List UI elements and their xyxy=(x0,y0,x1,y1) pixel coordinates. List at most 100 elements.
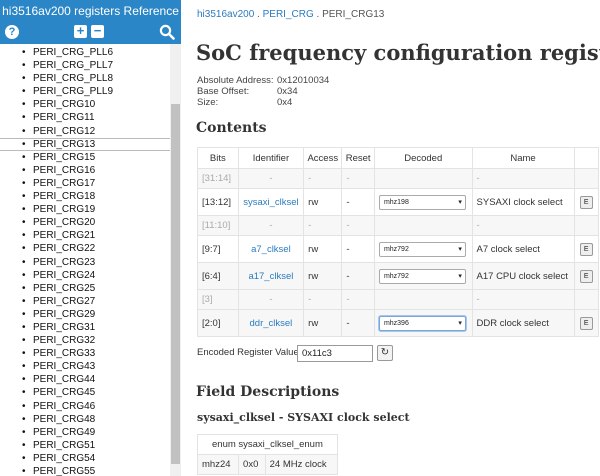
sidebar-item-label: PERI_CRG_PLL8 xyxy=(33,73,114,85)
sidebar-item[interactable]: PERI_CRG21 xyxy=(0,229,170,242)
sidebar-item[interactable]: PERI_CRG55 xyxy=(0,465,170,476)
decoded-header: Decoded xyxy=(373,147,473,169)
sidebar-item-label: PERI_CRG16 xyxy=(33,164,96,176)
encoded-value-input[interactable]: 0x11c3 xyxy=(297,345,373,362)
reset-cell: - xyxy=(341,289,375,310)
sidebar-item[interactable]: PERI_CRG29 xyxy=(0,308,170,321)
sidebar-item[interactable]: PERI_CRG44 xyxy=(0,373,170,386)
sidebar-item[interactable]: PERI_CRG15 xyxy=(0,151,170,164)
breadcrumb-current: PERI_CRG13 xyxy=(322,9,385,20)
edit-enum-button[interactable]: E xyxy=(579,316,593,330)
reset-cell: - xyxy=(341,309,375,337)
sidebar-scrollbar[interactable] xyxy=(170,44,181,476)
table-row: [6:4] a17_clksel rw - mhz792 ▾ A17 CPU clock s… xyxy=(197,262,600,290)
edit-enum-button[interactable]: E xyxy=(579,195,593,209)
reset-cell: - xyxy=(341,168,375,189)
search-icon[interactable] xyxy=(159,24,175,40)
sidebar-item[interactable]: PERI_CRG32 xyxy=(0,334,170,347)
sidebar-item-label: PERI_CRG48 xyxy=(33,413,96,425)
sidebar-item[interactable]: PERI_CRG11 xyxy=(0,111,170,124)
breadcrumb-chip-link[interactable]: hi3516av200 xyxy=(197,9,254,20)
sidebar-item[interactable]: PERI_CRG19 xyxy=(0,203,170,216)
field-identifier-link[interactable]: a7_clksel xyxy=(251,244,291,255)
access-cell: rw xyxy=(303,309,343,337)
sidebar-item[interactable]: PERI_CRG51 xyxy=(0,439,170,452)
sidebar-item[interactable]: PERI_CRG10 xyxy=(0,98,170,111)
sidebar-scrollbar-thumb[interactable] xyxy=(171,104,180,464)
sidebar-item[interactable]: PERI_CRG45 xyxy=(0,386,170,399)
reset-header: Reset xyxy=(341,147,375,169)
sidebar-item[interactable]: PERI_CRG18 xyxy=(0,190,170,203)
sidebar-item[interactable]: PERI_CRG23 xyxy=(0,256,170,269)
bits-cell: [13:12] xyxy=(197,188,239,216)
identifier-cell: - xyxy=(237,289,305,310)
sidebar-item[interactable]: PERI_CRG16 xyxy=(0,164,170,177)
bits-cell: [11:10] xyxy=(197,215,239,236)
edit-cell xyxy=(573,289,600,310)
access-cell: - xyxy=(303,289,343,310)
sidebar-item[interactable]: PERI_CRG43 xyxy=(0,360,170,373)
sidebar-item[interactable]: PERI_CRG_PLL9 xyxy=(0,85,170,98)
decoded-select[interactable]: mhz198 ▾ xyxy=(378,194,466,210)
sidebar-item[interactable]: PERI_CRG22 xyxy=(0,242,170,255)
help-icon[interactable]: ? xyxy=(5,25,19,39)
expand-all-icon[interactable]: + xyxy=(74,24,87,38)
sidebar-item[interactable]: PERI_CRG13 xyxy=(0,137,170,151)
table-row: [31:14] - - - - xyxy=(197,168,600,189)
sidebar-item[interactable]: PERI_CRG33 xyxy=(0,347,170,360)
sidebar-item-label: PERI_CRG43 xyxy=(33,361,96,373)
enum-name-cell: mhz24 xyxy=(196,454,240,475)
encoded-value-label: Encoded Register Value: xyxy=(197,347,302,358)
sidebar-item[interactable]: PERI_CRG12 xyxy=(0,125,170,138)
sidebar-item[interactable]: PERI_CRG_PLL6 xyxy=(0,46,170,59)
absolute-address-value: 0x12010034 xyxy=(277,75,330,86)
sidebar-item-label: PERI_CRG19 xyxy=(33,204,96,216)
enum-desc-cell: 24 MHz clock xyxy=(264,454,338,475)
field-identifier-link[interactable]: sysaxi_clksel xyxy=(243,197,298,208)
field-identifier-link[interactable]: a17_clksel xyxy=(248,271,293,282)
reset-value-icon[interactable]: ↻ xyxy=(377,345,393,361)
identifier-header: Identifier xyxy=(237,147,305,169)
sidebar-item[interactable]: PERI_CRG_PLL8 xyxy=(0,72,170,85)
sidebar-item[interactable]: PERI_CRG_PLL7 xyxy=(0,59,170,72)
sidebar-item[interactable]: PERI_CRG24 xyxy=(0,269,170,282)
sidebar-item-label: PERI_CRG11 xyxy=(33,112,95,124)
decoded-cell: mhz792 ▾ xyxy=(373,235,473,263)
contents-heading: Contents xyxy=(196,120,267,136)
breadcrumb-block-link[interactable]: PERI_CRG xyxy=(263,9,314,20)
sidebar-item[interactable]: PERI_CRG48 xyxy=(0,413,170,426)
edit-enum-button[interactable]: E xyxy=(579,242,593,256)
sidebar-item-label: PERI_CRG21 xyxy=(33,230,96,242)
edit-enum-button[interactable]: E xyxy=(579,269,593,283)
decoded-select[interactable]: mhz396 ▾ xyxy=(378,315,466,331)
chevron-down-icon: ▾ xyxy=(458,272,462,280)
sidebar-item[interactable]: PERI_CRG27 xyxy=(0,295,170,308)
sidebar-item[interactable]: PERI_CRG17 xyxy=(0,177,170,190)
sidebar-item-label: PERI_CRG31 xyxy=(33,321,96,333)
sidebar-title: hi3516av200 registers Reference xyxy=(2,4,179,18)
sidebar-item[interactable]: PERI_CRG31 xyxy=(0,321,170,334)
field-identifier-link[interactable]: ddr_clksel xyxy=(250,318,293,329)
bits-cell: [3] xyxy=(197,289,239,310)
bits-cell: [31:14] xyxy=(197,168,239,189)
sidebar-item[interactable]: PERI_CRG20 xyxy=(0,216,170,229)
sidebar-item-label: PERI_CRG_PLL9 xyxy=(33,86,114,98)
access-header: Access xyxy=(303,147,343,169)
collapse-all-icon[interactable]: − xyxy=(91,24,104,38)
field-descriptions-heading: Field Descriptions xyxy=(196,384,340,400)
edit-cell: E xyxy=(573,262,600,290)
sidebar-item[interactable]: PERI_CRG25 xyxy=(0,282,170,295)
decoded-select[interactable]: mhz792 ▾ xyxy=(378,241,466,257)
name-cell: A17 CPU clock select xyxy=(471,262,575,290)
edit-header xyxy=(573,147,600,169)
sidebar-item[interactable]: PERI_CRG54 xyxy=(0,452,170,465)
sidebar-item-label: PERI_CRG23 xyxy=(33,256,96,268)
sidebar-item[interactable]: PERI_CRG46 xyxy=(0,400,170,413)
sidebar-item-label: PERI_CRG33 xyxy=(33,348,96,360)
breadcrumb-sep: . xyxy=(254,9,263,20)
decoded-select[interactable]: mhz792 ▾ xyxy=(378,268,466,284)
breadcrumb: hi3516av200 . PERI_CRG . PERI_CRG13 xyxy=(197,9,384,20)
identifier-cell: ddr_clksel xyxy=(237,309,305,337)
identifier-cell: - xyxy=(237,215,305,236)
sidebar-item[interactable]: PERI_CRG49 xyxy=(0,426,170,439)
